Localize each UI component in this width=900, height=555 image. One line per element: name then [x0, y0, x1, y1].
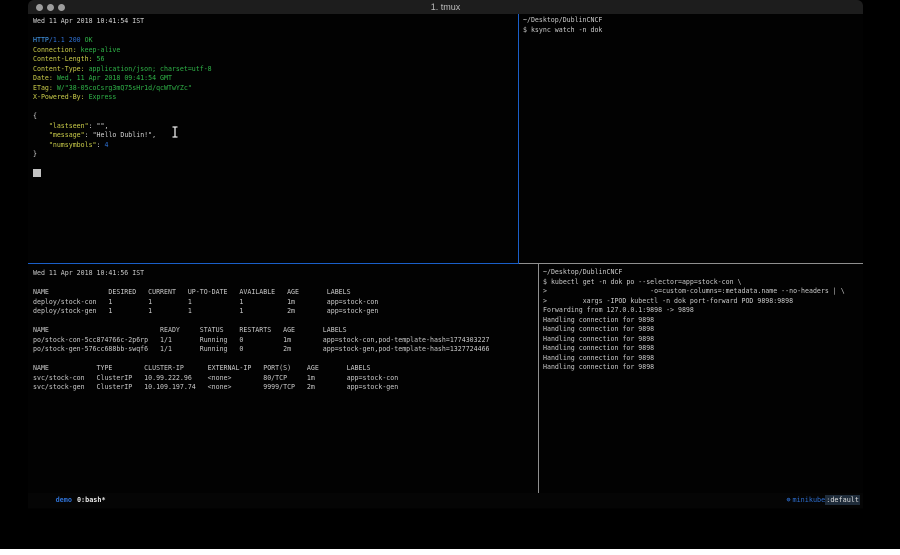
- pane-http-response[interactable]: Wed 11 Apr 2018 10:41:54 IST HTTP/1.1 20…: [33, 17, 517, 262]
- pane-kubectl-get[interactable]: Wed 11 Apr 2018 10:41:56 IST NAME DESIRE…: [33, 269, 537, 491]
- kube-context: minikube: [793, 496, 826, 504]
- pane-port-forward[interactable]: ~/Desktop/DublinCNCF$ kubectl get -n dok…: [543, 268, 861, 491]
- page-bottom-strip: [0, 549, 900, 555]
- window-tab[interactable]: 0:bash*: [77, 496, 106, 504]
- kubernetes-icon: ☸: [786, 496, 790, 504]
- terminal-window: 1. tmux Wed 11 Apr 2018 10:41:54 IST HTT…: [28, 0, 863, 509]
- tmux-status-bar: demo 0:bash* ☸minikube:default: [28, 493, 863, 508]
- kube-namespace: :default: [825, 495, 860, 505]
- desktop: { "window": { "title": "1. tmux" }, "col…: [0, 0, 900, 555]
- session-name: demo: [56, 496, 72, 504]
- pane-ksync[interactable]: ~/Desktop/DublinCNCF$ ksync watch -n dok: [523, 16, 861, 262]
- window-titlebar[interactable]: 1. tmux: [28, 0, 863, 14]
- window-title: 1. tmux: [28, 2, 863, 12]
- pane-divider-horizontal-left[interactable]: [28, 263, 519, 264]
- status-left: demo 0:bash*: [28, 478, 106, 523]
- ibeam-pointer-icon: [171, 123, 179, 135]
- pane-divider-horizontal-right[interactable]: [519, 263, 863, 264]
- pane-divider-vertical-bottom[interactable]: [538, 264, 539, 493]
- pane-divider-vertical-top[interactable]: [518, 14, 519, 263]
- status-right: ☸minikube:default: [762, 478, 863, 523]
